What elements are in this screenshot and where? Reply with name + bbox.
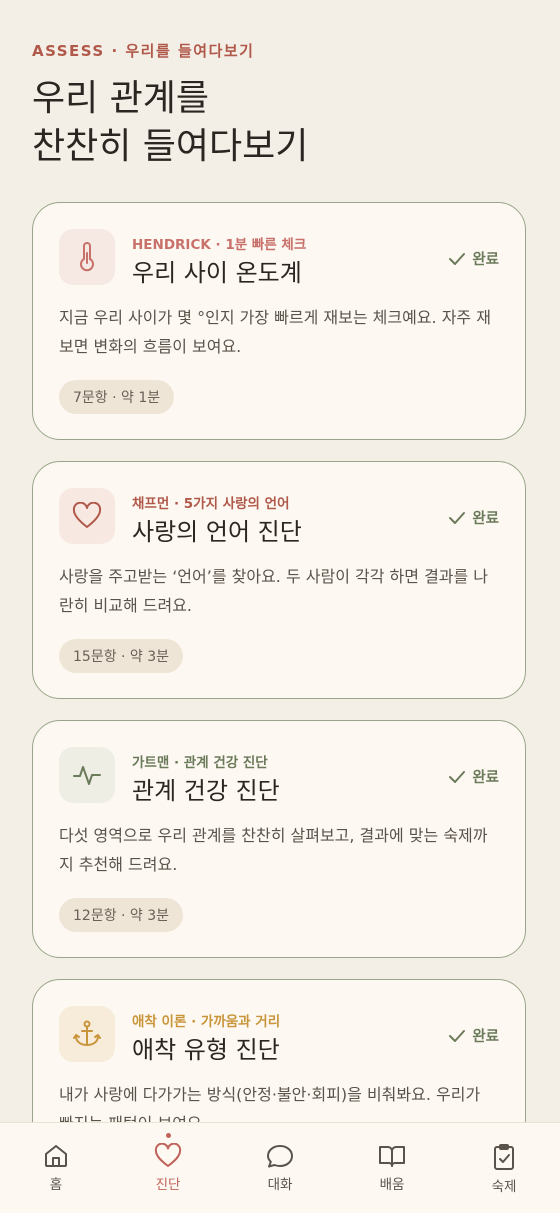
pulse-icon — [59, 747, 115, 803]
card-source: 가트맨 · 관계 건강 진단 — [132, 755, 268, 771]
status-label: 완료 — [472, 511, 499, 527]
anchor-icon — [59, 1006, 115, 1062]
heart-icon — [59, 488, 115, 544]
thermometer-icon — [59, 229, 115, 285]
status-badge: 완료 — [448, 507, 499, 528]
assessment-card-relationship-health[interactable]: 가트맨 · 관계 건강 진단 관계 건강 진단 완료 다섯 영역으로 우리 관계… — [32, 720, 526, 958]
card-title: 관계 건강 진단 — [132, 777, 280, 805]
status-badge: 완료 — [448, 1025, 499, 1046]
check-icon — [449, 511, 466, 524]
card-source: HENDRICK · 1분 빠른 체크 — [132, 237, 307, 253]
page-title: 우리 관계를 찬찬히 들여다보기 — [32, 75, 308, 171]
status-badge: 완료 — [448, 766, 499, 787]
tab-home[interactable]: 홈 — [0, 1123, 112, 1213]
book-icon — [379, 1146, 405, 1167]
tab-label: 숙제 — [491, 1179, 517, 1195]
bottom-tab-bar: 홈 진단 대화 배움 숙제 — [0, 1122, 560, 1213]
page-title-line-2: 찬찬히 들여다보기 — [32, 126, 309, 167]
card-title: 우리 사이 온도계 — [132, 259, 302, 287]
assessment-card-temperature[interactable]: HENDRICK · 1분 빠른 체크 우리 사이 온도계 완료 지금 우리 사… — [32, 202, 526, 440]
section-eyebrow: ASSESS · 우리를 들여다보기 — [32, 42, 255, 60]
tab-label: 홈 — [49, 1177, 63, 1193]
card-source: 애착 이론 · 가까움과 거리 — [132, 1014, 281, 1030]
card-title: 사랑의 언어 진단 — [132, 518, 302, 546]
card-meta-pill: 7문항 · 약 1분 — [59, 380, 175, 414]
heart-icon — [154, 1143, 182, 1167]
active-indicator — [165, 1133, 171, 1138]
status-label: 완료 — [472, 252, 499, 268]
tab-assess[interactable]: 진단 — [112, 1123, 224, 1213]
tab-label: 대화 — [267, 1177, 293, 1193]
status-label: 완료 — [472, 770, 499, 786]
check-icon — [449, 1029, 466, 1042]
check-icon — [449, 770, 466, 783]
chat-bubble-icon — [267, 1145, 293, 1168]
card-source: 채프먼 · 5가지 사랑의 언어 — [132, 496, 290, 512]
check-icon — [449, 252, 466, 265]
card-description: 지금 우리 사이가 몇 °인지 가장 빠르게 재보는 체크예요. 자주 재보면 … — [59, 308, 491, 356]
tab-label: 배움 — [379, 1177, 405, 1193]
assess-screen: ASSESS · 우리를 들여다보기 우리 관계를 찬찬히 들여다보기 HEND… — [0, 0, 560, 1213]
status-label: 완료 — [472, 1029, 499, 1045]
assessment-card-love-language[interactable]: 채프먼 · 5가지 사랑의 언어 사랑의 언어 진단 완료 사랑을 주고받는 ‘… — [32, 461, 526, 699]
card-meta-pill: 15문항 · 약 3분 — [59, 639, 184, 673]
tab-learn[interactable]: 배움 — [336, 1123, 448, 1213]
home-icon — [45, 1145, 67, 1167]
tab-homework[interactable]: 숙제 — [448, 1123, 560, 1213]
tab-talk[interactable]: 대화 — [224, 1123, 336, 1213]
card-meta-pill: 12문항 · 약 3분 — [59, 898, 184, 932]
clipboard-check-icon — [494, 1144, 514, 1170]
card-title: 애착 유형 진단 — [132, 1036, 280, 1064]
card-description: 다섯 영역으로 우리 관계를 찬찬히 살펴보고, 결과에 맞는 숙제까지 추천해… — [59, 826, 488, 874]
status-badge: 완료 — [448, 248, 499, 269]
page-header: ASSESS · 우리를 들여다보기 우리 관계를 찬찬히 들여다보기 — [32, 40, 308, 171]
tab-label: 진단 — [155, 1177, 181, 1193]
card-description: 사랑을 주고받는 ‘언어’를 찾아요. 두 사람이 각각 하면 결과를 나란히 … — [59, 567, 489, 615]
page-title-line-1: 우리 관계를 — [32, 78, 210, 119]
